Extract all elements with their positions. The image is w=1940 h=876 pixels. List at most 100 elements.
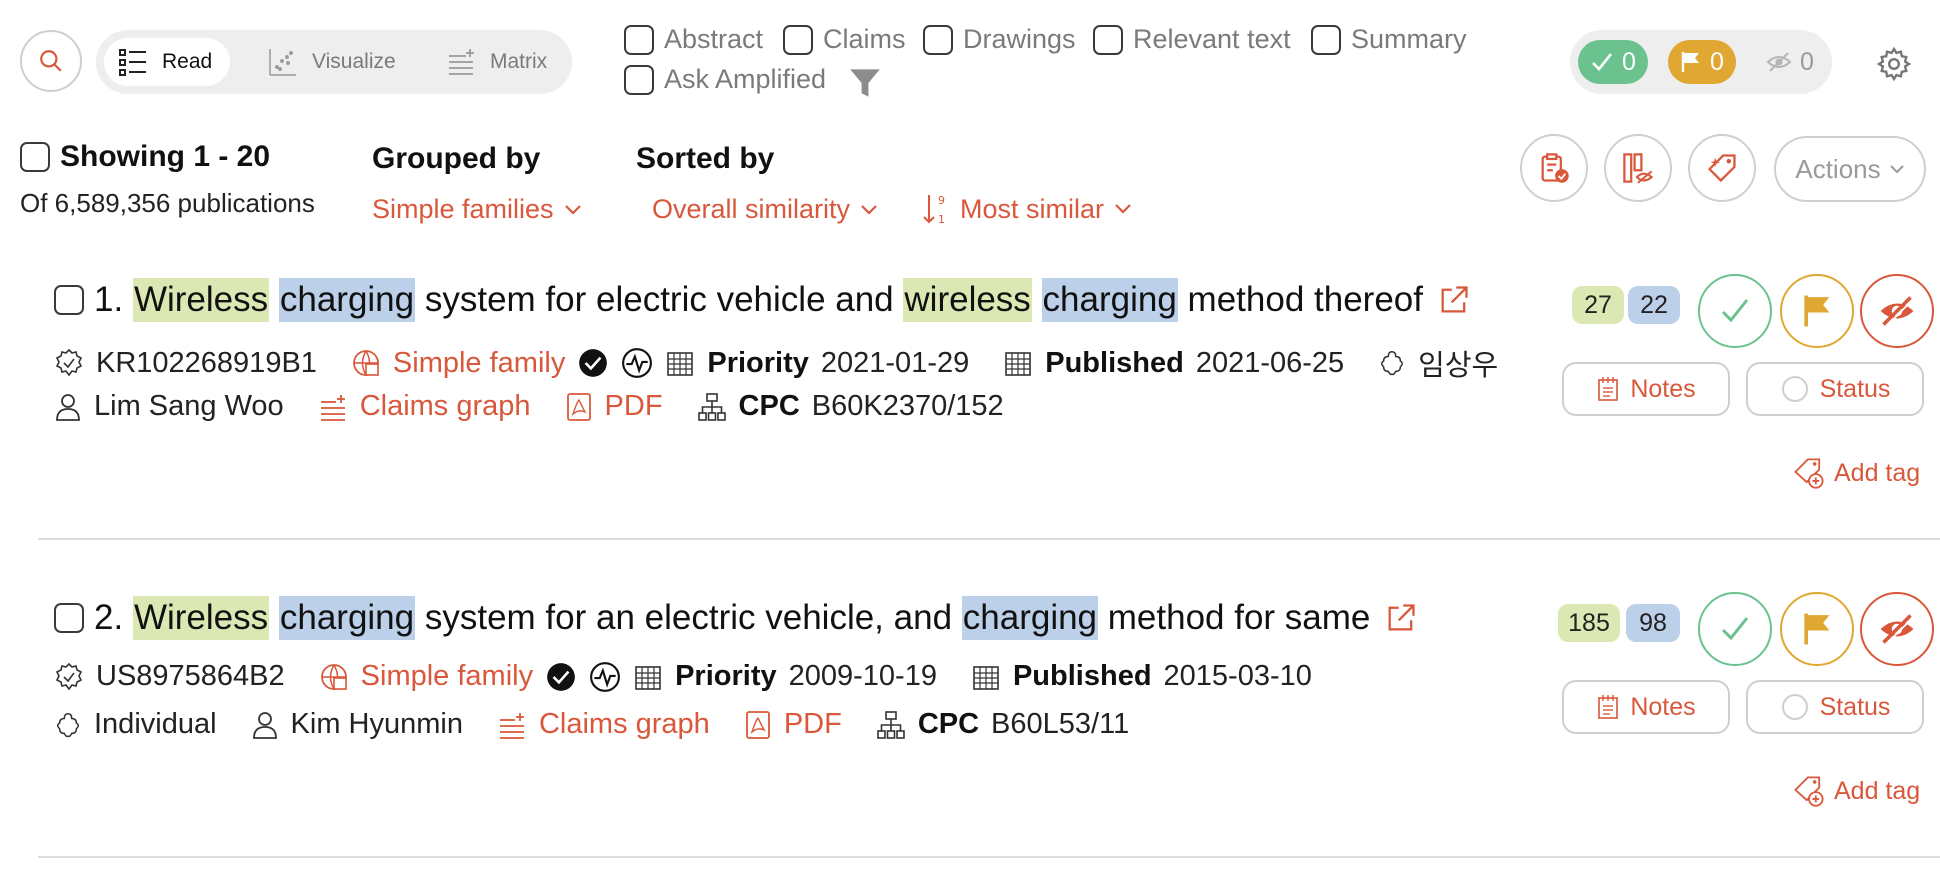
status-label: Status [1819, 374, 1891, 403]
search-icon [40, 50, 62, 72]
eye-slash-icon [1766, 52, 1792, 72]
flagged-count-badge[interactable]: 0 [1668, 40, 1736, 84]
filter-summary[interactable]: Summary [1311, 24, 1467, 55]
sort-order-value: Most similar [960, 193, 1105, 224]
chevron-down-icon [1115, 204, 1131, 214]
cpc-code[interactable]: B60L53/11 [991, 708, 1129, 741]
inventor-name[interactable]: Lim Sang Woo [94, 390, 284, 423]
publication-number[interactable]: US8975864B2 [96, 660, 285, 693]
score-green: 185 [1558, 604, 1620, 642]
calendar-icon [1005, 352, 1032, 376]
score-blue: 98 [1626, 604, 1680, 642]
title-text: system for electric vehicle and [424, 280, 894, 319]
summary-checkbox[interactable] [1311, 24, 1341, 55]
hide-button[interactable] [1860, 274, 1934, 348]
sort-order-dropdown[interactable]: 91 Most similar [922, 192, 1132, 226]
relevant-count-badge[interactable]: 0 [1578, 40, 1648, 84]
filter-relevant-text[interactable]: Relevant text [1093, 24, 1291, 55]
settings-gear-icon[interactable] [1876, 46, 1912, 82]
tag-plus-icon [1794, 776, 1824, 807]
svg-text:1: 1 [938, 213, 945, 226]
highlight-term: Wireless [132, 596, 270, 640]
relevant-text-checkbox[interactable] [1093, 24, 1123, 55]
published-date: 2015-03-10 [1163, 660, 1312, 692]
showing-range: Showing 1 - 20 [20, 140, 270, 174]
published-date: 2021-06-25 [1195, 346, 1345, 379]
result-title[interactable]: 2. Wireless charging system for an elect… [54, 596, 1418, 640]
result-title[interactable]: 1. Wireless charging system for electric… [54, 278, 1471, 322]
review-button[interactable] [1520, 134, 1588, 202]
tab-matrix[interactable]: Matrix [432, 38, 561, 86]
hide-button[interactable] [1860, 592, 1934, 666]
published-label: Published [1012, 660, 1152, 692]
columns-hide-icon [1623, 153, 1654, 184]
priority-label: Priority [675, 660, 777, 692]
abstract-checkbox[interactable] [624, 24, 654, 55]
ask-amplified-checkbox[interactable] [624, 64, 654, 95]
pdf-link[interactable]: PDF [605, 390, 663, 423]
filter-claims[interactable]: Claims [783, 24, 906, 55]
filter-summary-label: Summary [1351, 24, 1467, 54]
tab-visualize[interactable]: Visualize [254, 38, 410, 86]
badge-icon [55, 662, 83, 690]
result-meta-line-1: US8975864B2 Simple family Priority 2009-… [54, 660, 1312, 693]
pdf-link[interactable]: PDF [784, 708, 842, 741]
assignee-icon [56, 712, 80, 737]
add-tag-button[interactable]: Add tag [1792, 456, 1920, 490]
filter-drawings-label: Drawings [963, 24, 1076, 54]
result-index: 2. [94, 598, 124, 637]
publication-number[interactable]: KR102268919B1 [96, 347, 317, 380]
notes-button[interactable]: Notes [1562, 680, 1730, 734]
assignee-name[interactable]: Individual [94, 708, 217, 741]
simple-family-link[interactable]: Simple family [361, 660, 533, 693]
flag-button[interactable] [1780, 274, 1854, 348]
claims-graph-link[interactable]: Claims graph [360, 390, 531, 423]
add-tag-button[interactable]: Add tag [1792, 774, 1920, 808]
score-blue: 22 [1628, 286, 1680, 324]
tab-read[interactable]: Read [104, 38, 230, 86]
grouped-by-dropdown[interactable]: Simple families [372, 194, 582, 225]
status-button[interactable]: Status [1746, 362, 1924, 416]
add-tag-label: Add tag [1834, 458, 1921, 487]
search-button[interactable] [20, 30, 82, 92]
tag-plus-icon [1794, 458, 1824, 489]
hide-columns-button[interactable] [1604, 134, 1672, 202]
check-icon [1592, 53, 1613, 71]
filter-ask-amplified[interactable]: Ask Amplified [624, 64, 826, 95]
filter-abstract-label: Abstract [664, 24, 764, 54]
tab-matrix-label: Matrix [490, 50, 548, 73]
result-select-checkbox[interactable] [54, 603, 84, 633]
relevant-count: 0 [1622, 47, 1636, 76]
claims-checkbox[interactable] [783, 24, 813, 55]
claims-graph-icon [320, 394, 345, 421]
select-all-checkbox[interactable] [20, 142, 50, 172]
notes-label: Notes [1630, 374, 1696, 403]
filter-abstract[interactable]: Abstract [624, 24, 763, 55]
drawings-checkbox[interactable] [923, 24, 953, 55]
external-link-icon[interactable] [1384, 601, 1418, 635]
check-circle-icon [579, 349, 608, 377]
flag-button[interactable] [1780, 592, 1854, 666]
claims-graph-link[interactable]: Claims graph [539, 708, 710, 741]
title-text: system for an electric vehicle, and [424, 598, 953, 637]
mark-relevant-button[interactable] [1698, 592, 1772, 666]
result-select-checkbox[interactable] [54, 285, 84, 315]
filter-funnel-icon[interactable] [848, 66, 882, 100]
assignee-name[interactable]: 임상우 [1418, 342, 1498, 384]
cpc-code[interactable]: B60K2370/152 [812, 390, 1004, 423]
smart-tag-button[interactable] [1688, 134, 1756, 202]
result-meta-line-2: Lim Sang Woo Claims graph PDF CPC B60K23… [54, 390, 1004, 423]
notes-button[interactable]: Notes [1562, 362, 1730, 416]
status-button[interactable]: Status [1746, 680, 1924, 734]
flag-icon [1804, 613, 1830, 645]
simple-family-link[interactable]: Simple family [393, 347, 565, 380]
external-link-icon[interactable] [1437, 283, 1471, 317]
sort-field-dropdown[interactable]: Overall similarity [652, 194, 878, 225]
mark-relevant-button[interactable] [1698, 274, 1772, 348]
hidden-count-badge[interactable]: 0 [1754, 40, 1826, 84]
inventor-name[interactable]: Kim Hyunmin [291, 708, 463, 741]
filter-drawings[interactable]: Drawings [923, 24, 1076, 55]
actions-dropdown[interactable]: Actions [1774, 136, 1926, 202]
person-icon [252, 711, 277, 739]
priority-label: Priority [707, 346, 809, 379]
